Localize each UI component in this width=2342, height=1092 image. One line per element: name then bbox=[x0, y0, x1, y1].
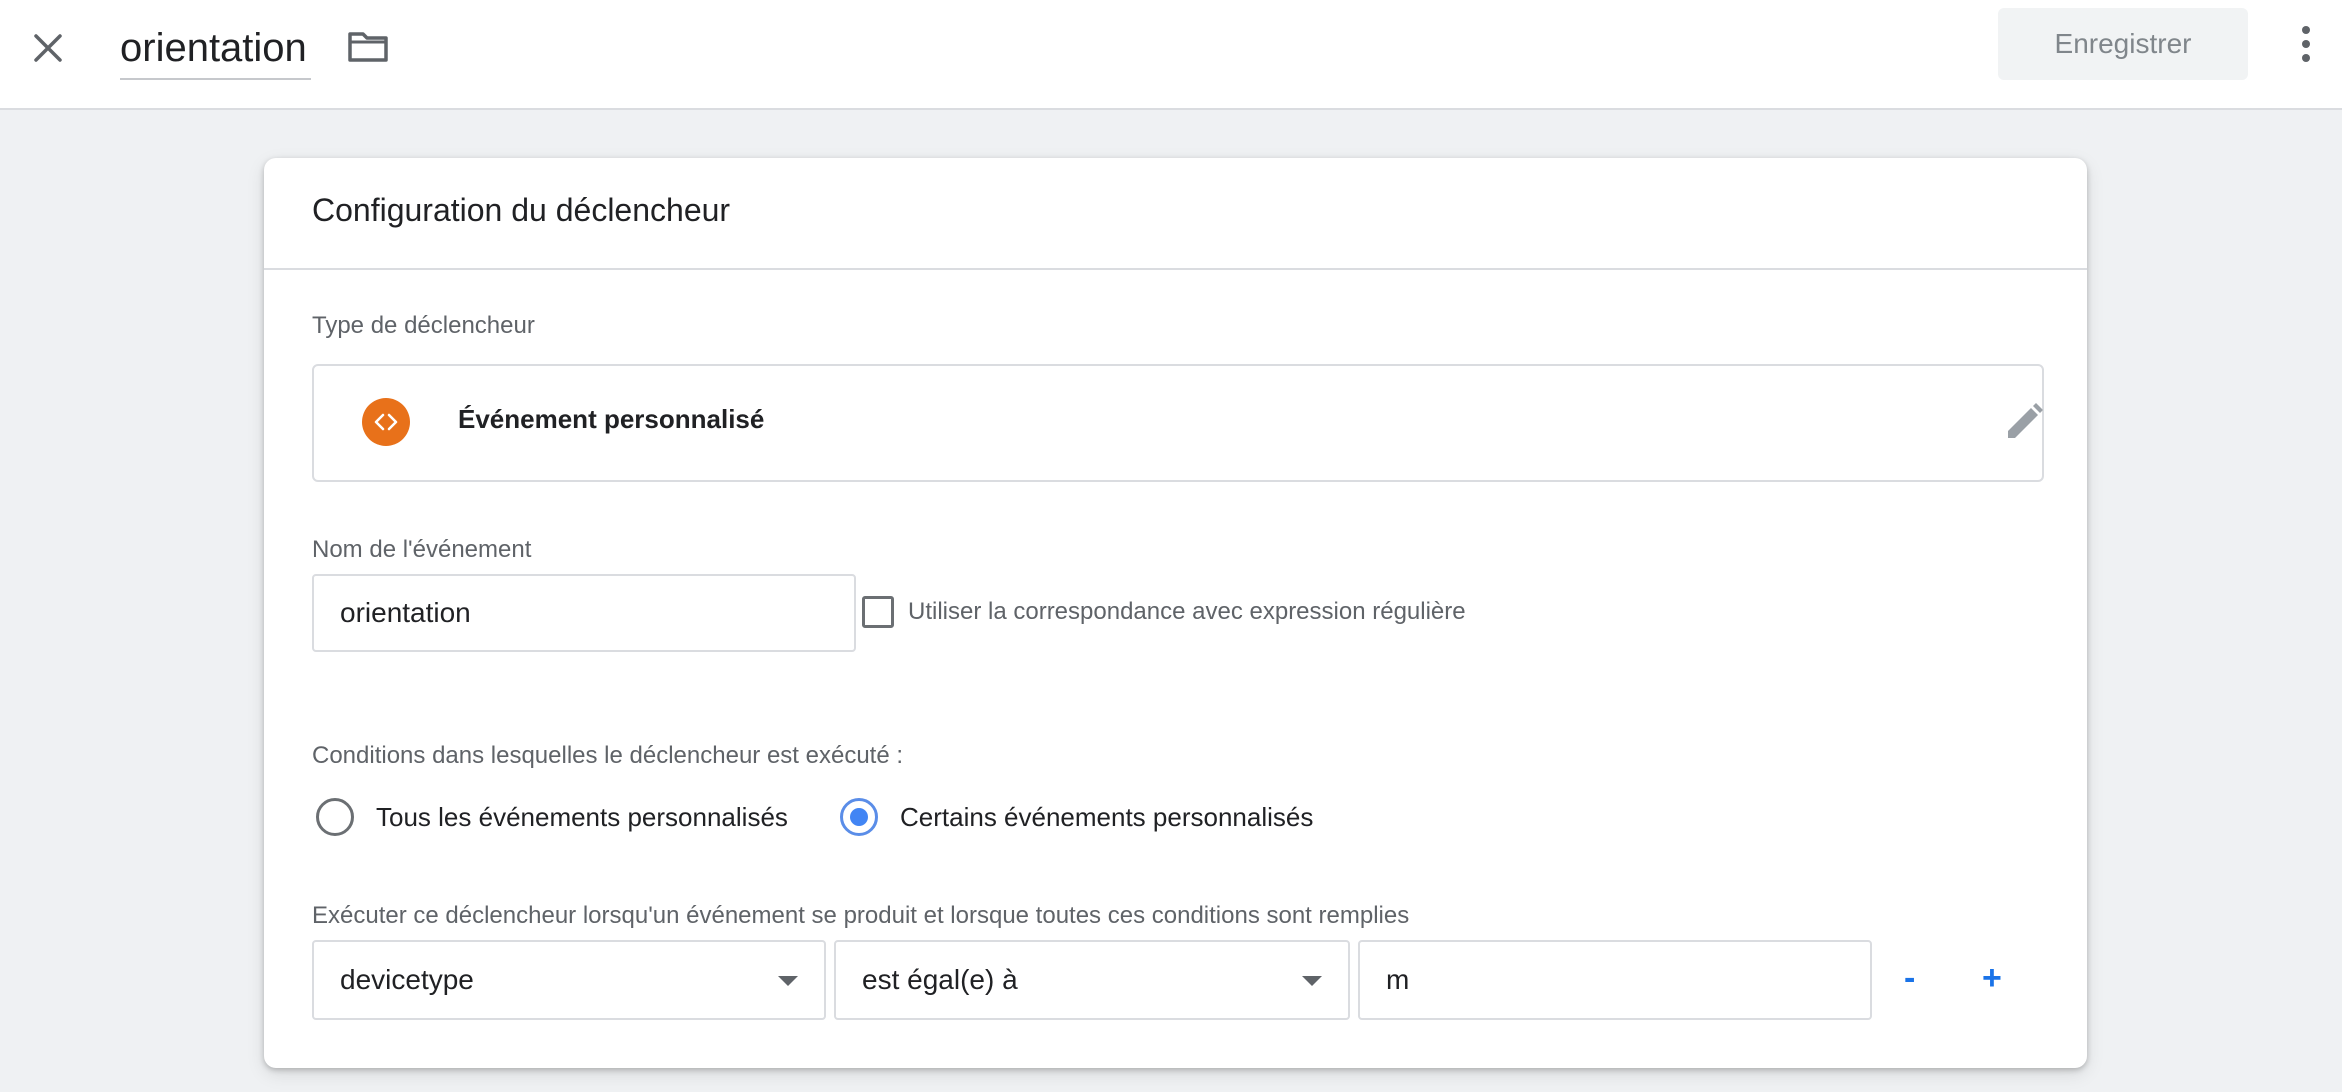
card-header: Configuration du déclencheur bbox=[264, 158, 2087, 270]
radio-some-events-label[interactable]: Certains événements personnalisés bbox=[900, 798, 1313, 836]
variable-select[interactable]: devicetype bbox=[312, 940, 826, 1020]
close-icon[interactable] bbox=[24, 24, 72, 72]
condition-value-input[interactable]: m bbox=[1358, 940, 1872, 1020]
trigger-type-name: Événement personnalisé bbox=[458, 404, 765, 434]
event-name-label: Nom de l'événement bbox=[312, 536, 532, 563]
variable-select-value: devicetype bbox=[340, 964, 474, 995]
event-name-input[interactable]: orientation bbox=[312, 574, 856, 652]
pencil-icon[interactable] bbox=[2002, 400, 2046, 444]
radio-all-events[interactable] bbox=[316, 798, 354, 836]
more-vert-icon[interactable] bbox=[2282, 20, 2330, 68]
code-icon bbox=[362, 398, 410, 446]
radio-some-events[interactable] bbox=[840, 798, 878, 836]
add-condition-button[interactable]: + bbox=[1982, 958, 2002, 998]
page-title[interactable]: orientation bbox=[120, 18, 311, 80]
radio-selected-dot bbox=[850, 808, 868, 826]
conditions-label: Conditions dans lesquelles le déclencheu… bbox=[312, 742, 904, 769]
operator-select-value: est égal(e) à bbox=[862, 964, 1018, 995]
top-bar: orientation Enregistrer bbox=[0, 0, 2342, 110]
trigger-config-card: Configuration du déclencheur Type de déc… bbox=[264, 158, 2087, 1068]
chevron-down-icon bbox=[778, 976, 798, 986]
radio-all-events-label[interactable]: Tous les événements personnalisés bbox=[376, 798, 788, 836]
chevron-down-icon bbox=[1302, 976, 1322, 986]
regex-checkbox[interactable] bbox=[862, 596, 894, 628]
trigger-type-label: Type de déclencheur bbox=[312, 312, 535, 339]
folder-icon[interactable] bbox=[344, 22, 392, 70]
remove-condition-button[interactable]: - bbox=[1904, 958, 1915, 998]
card-title: Configuration du déclencheur bbox=[312, 192, 731, 228]
regex-checkbox-label: Utiliser la correspondance avec expressi… bbox=[908, 598, 1466, 625]
trigger-type-box[interactable]: Événement personnalisé bbox=[312, 364, 2044, 482]
rule-label: Exécuter ce déclencheur lorsqu'un événem… bbox=[312, 902, 1410, 929]
operator-select[interactable]: est égal(e) à bbox=[834, 940, 1350, 1020]
save-button[interactable]: Enregistrer bbox=[1998, 8, 2248, 80]
